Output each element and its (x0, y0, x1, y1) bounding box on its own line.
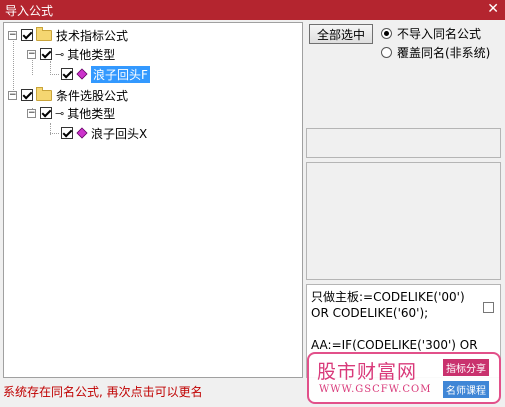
folder-icon (36, 86, 52, 101)
collapse-icon[interactable]: − (8, 90, 17, 100)
tree-checkbox[interactable] (40, 48, 52, 60)
collapse-icon[interactable]: − (8, 30, 17, 40)
tree-node-label: 其他类型 (67, 47, 116, 62)
tree-node-formula-x[interactable]: 浪子回头X (61, 125, 147, 141)
radio-circle[interactable] (381, 28, 392, 39)
radio-skip-duplicates[interactable]: 不导入同名公式 (381, 25, 481, 42)
formula-tree[interactable]: − 技术指标公式 − ⊸ 其他类型 浪子回头F − 条件选股公式 − ⊸ 其他类… (3, 22, 303, 378)
tree-checkbox[interactable] (21, 89, 33, 101)
import-formula-dialog: 导入公式 ✕ − 技术指标公式 − ⊸ 其他类型 浪子回头F − 条件选股公式 … (0, 0, 505, 407)
status-message: 系统存在同名公式, 再次点击可以更名 (3, 385, 203, 399)
window-title: 导入公式 (5, 4, 54, 18)
formula-preview-text: 只做主板:=CODELIKE('00') OR CODELIKE('60'); … (311, 290, 478, 352)
watermark-logo: 股市财富网 WWW.GSCFW.COM 指标分享 名师课程 (307, 352, 501, 404)
watermark-tag-share: 指标分享 (443, 359, 489, 376)
radio-overwrite-duplicates[interactable]: 覆盖同名(非系统) (381, 44, 490, 61)
radio-label: 不导入同名公式 (397, 27, 482, 41)
tree-node-label: 条件选股公式 (56, 88, 129, 103)
watermark-url: WWW.GSCFW.COM (319, 384, 432, 395)
key-icon: ⊸ (55, 106, 65, 120)
tree-checkbox[interactable] (61, 127, 73, 139)
watermark-site-name: 股市财富网 (317, 361, 418, 383)
select-all-button[interactable]: 全部选中 (309, 24, 373, 44)
radio-label: 覆盖同名(非系统) (397, 46, 491, 60)
preview-checkbox[interactable] (483, 302, 494, 313)
tree-node-other-type-2[interactable]: − ⊸ 其他类型 (27, 105, 115, 121)
description-panel (306, 162, 501, 280)
key-icon: ⊸ (55, 47, 65, 61)
tree-checkbox[interactable] (61, 68, 73, 80)
folder-icon (36, 26, 52, 41)
tree-node-other-type[interactable]: − ⊸ 其他类型 (27, 46, 115, 62)
info-field (306, 128, 501, 158)
tree-node-label: 其他类型 (67, 106, 116, 121)
tree-node-formula-f[interactable]: 浪子回头F (61, 65, 150, 83)
tree-node-label: 浪子回头F (91, 65, 150, 83)
collapse-icon[interactable]: − (27, 108, 36, 118)
tree-node-tech-indicator[interactable]: − 技术指标公式 (8, 26, 129, 43)
radio-circle[interactable] (381, 47, 392, 58)
tree-checkbox[interactable] (40, 107, 52, 119)
close-icon[interactable]: ✕ (487, 1, 499, 17)
formula-gem-icon (76, 127, 88, 139)
formula-gem-icon (76, 68, 88, 80)
tree-node-label: 浪子回头X (91, 126, 148, 141)
watermark-tag-course: 名师课程 (443, 381, 489, 398)
tree-node-label: 技术指标公式 (56, 28, 129, 43)
tree-node-stock-select[interactable]: − 条件选股公式 (8, 86, 129, 103)
collapse-icon[interactable]: − (27, 49, 36, 59)
tree-checkbox[interactable] (21, 29, 33, 41)
title-bar: 导入公式 ✕ (0, 0, 505, 20)
